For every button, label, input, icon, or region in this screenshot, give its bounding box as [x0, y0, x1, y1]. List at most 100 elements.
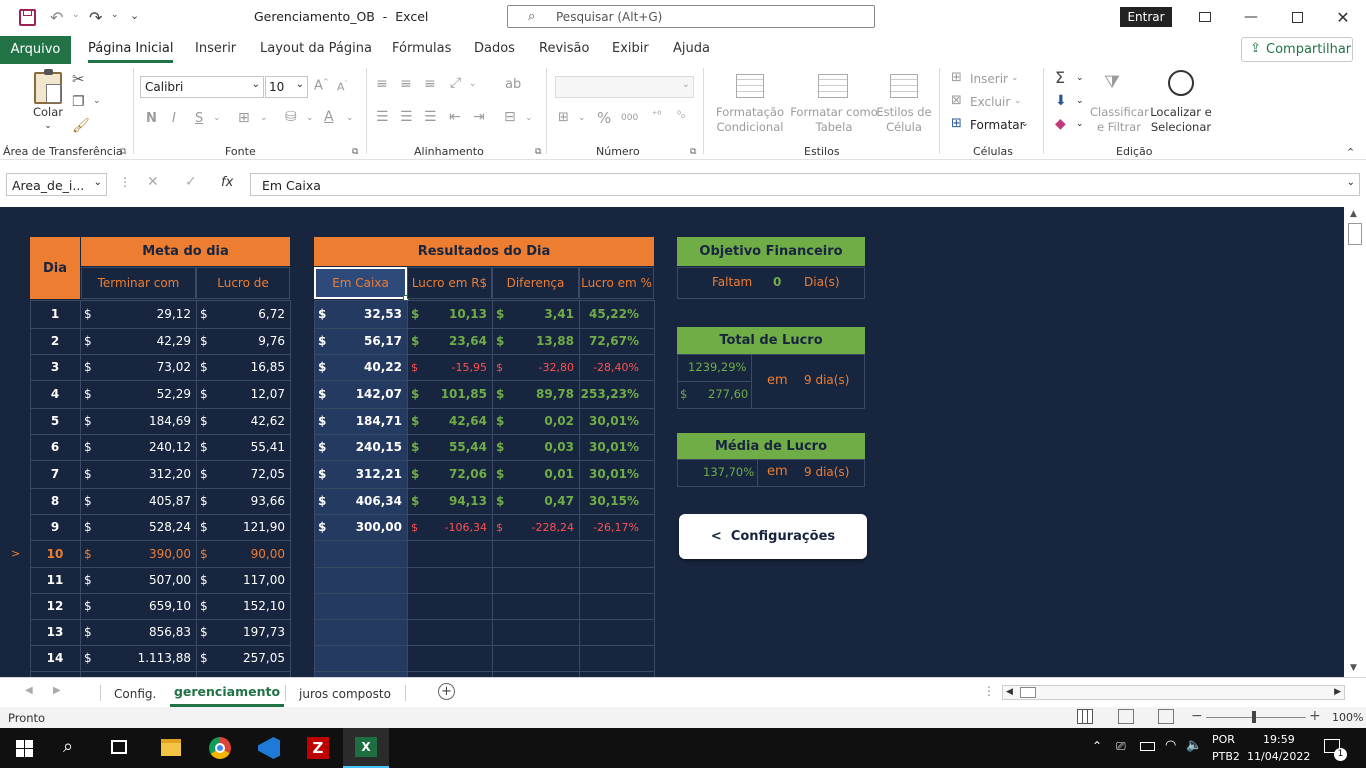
format-table-label[interactable]: Formatar como Tabela	[790, 105, 878, 135]
zoom-level[interactable]: 100%	[1332, 711, 1363, 724]
objetivo-title[interactable]: Objetivo Financeiro	[677, 237, 865, 266]
underline-icon[interactable]: S	[195, 111, 203, 126]
scroll-left-icon[interactable]: ◀	[1006, 687, 1013, 697]
lucro-de-cell[interactable]: 42,62	[212, 408, 285, 434]
diferenca-cell[interactable]: 13,88	[508, 328, 574, 354]
lucro-de-cell[interactable]: 257,05	[212, 645, 285, 671]
terminar-cell[interactable]: 1.113,88	[96, 645, 191, 671]
terminar-cell[interactable]: 659,10	[96, 593, 191, 619]
clipboard-launcher-icon[interactable]: ⧉	[120, 147, 126, 157]
lucro-pct-header[interactable]: Lucro em %	[579, 267, 654, 299]
tab-formulas[interactable]: Fórmulas	[392, 41, 451, 56]
diferenca-cell[interactable]: 3,41	[508, 300, 574, 328]
terminar-cell[interactable]: 312,20	[96, 460, 191, 488]
em-caixa-cell[interactable]: 406,34	[330, 488, 402, 514]
dia-cell[interactable]: 3	[30, 354, 80, 380]
font-launcher-icon[interactable]: ⧉	[352, 147, 358, 157]
terminar-cell[interactable]: 405,87	[96, 488, 191, 514]
sheet-tab-juros[interactable]: juros composto	[299, 687, 391, 701]
sheet-tab-config[interactable]: Config.	[114, 687, 156, 701]
dia-cell[interactable]: 9	[30, 514, 80, 540]
borders-dropdown-icon[interactable]: ⌄	[260, 113, 268, 123]
lucro-pct-cell[interactable]: 253,23%	[581, 380, 639, 408]
customize-qat-icon[interactable]: ⌄	[130, 9, 139, 22]
format-table-icon[interactable]	[818, 74, 848, 98]
lucro-de-cell[interactable]: 16,85	[212, 354, 285, 380]
em-caixa-cell[interactable]: 300,00	[330, 514, 402, 540]
dia-cell[interactable]: 8	[30, 488, 80, 514]
dia-cell[interactable]: 13	[30, 619, 80, 645]
lucro-de-cell[interactable]: 197,73	[212, 619, 285, 645]
lucro-de-cell[interactable]: 93,66	[212, 488, 285, 514]
sort-filter-icon[interactable]: ⧩	[1104, 72, 1120, 93]
diferenca-cell[interactable]: 0,47	[508, 488, 574, 514]
accounting-format-icon[interactable]: ⊞	[558, 110, 569, 125]
next-sheet-icon[interactable]: ▶	[53, 685, 61, 696]
font-size-select[interactable]: 10 ⌄	[265, 76, 308, 98]
merge-dropdown-icon[interactable]: ⌄	[525, 113, 533, 123]
show-hidden-icons[interactable]: ⌃	[1092, 739, 1102, 753]
scroll-right-icon[interactable]: ▶	[1334, 687, 1341, 697]
bold-icon[interactable]: N	[146, 111, 157, 126]
lucro-de-cell[interactable]: 6,72	[212, 300, 285, 328]
dia-cell[interactable]: 1	[30, 300, 80, 328]
align-left-icon[interactable]: ☰	[376, 109, 389, 125]
terminar-cell[interactable]: 240,12	[96, 434, 191, 460]
em-caixa-header[interactable]: Em Caixa	[314, 267, 407, 299]
scroll-up-icon[interactable]: ▲	[1350, 209, 1357, 219]
zoom-in-icon[interactable]: +	[1309, 708, 1321, 724]
file-explorer-icon[interactable]	[161, 739, 181, 756]
normal-view-icon[interactable]	[1077, 709, 1093, 724]
cell-styles-label[interactable]: Estilos de Célula	[876, 105, 932, 135]
decrease-decimal-icon[interactable]: ⁰₀	[677, 110, 685, 121]
number-format-select[interactable]: ⌄	[555, 76, 694, 98]
em-caixa-cell[interactable]: 184,71	[330, 408, 402, 434]
diferenca-header[interactable]: Diferença	[492, 267, 579, 299]
orientation-icon[interactable]: ⤢	[450, 75, 461, 91]
align-top-icon[interactable]: ≡	[376, 76, 388, 92]
conditional-format-icon[interactable]	[736, 74, 764, 98]
accounting-dropdown-icon[interactable]: ⌄	[578, 113, 586, 123]
format-painter-icon[interactable]: 🖌	[72, 118, 90, 134]
signin-button[interactable]: Entrar	[1120, 7, 1172, 27]
zoom-thumb[interactable]	[1252, 711, 1256, 723]
align-bottom-icon[interactable]: ≡	[424, 76, 436, 92]
prev-sheet-icon[interactable]: ◀	[25, 685, 33, 696]
clear-dropdown-icon[interactable]: ⌄	[1076, 119, 1084, 129]
tab-exibir[interactable]: Exibir	[612, 41, 649, 56]
task-view-icon[interactable]	[111, 740, 127, 754]
redo-icon[interactable]: ↷	[89, 8, 102, 27]
lucro-rs-cell[interactable]: 23,64	[423, 328, 487, 354]
name-box[interactable]: Area_de_i... ⌄	[6, 173, 107, 196]
decrease-indent-icon[interactable]: ⇤	[449, 109, 461, 125]
terminar-cell[interactable]: 390,00	[96, 540, 191, 567]
hscroll-thumb[interactable]	[1020, 687, 1036, 698]
lucro-de-cell[interactable]: 117,00	[212, 567, 285, 593]
sheet-tab-gerenciamento[interactable]: gerenciamento	[170, 678, 284, 707]
formula-input[interactable]: Em Caixa ⌄	[250, 173, 1360, 196]
battery-icon[interactable]	[1140, 742, 1155, 751]
windows-start-icon[interactable]	[16, 740, 33, 757]
meet-icon[interactable]: ⎚	[1116, 739, 1126, 754]
zoom-out-icon[interactable]: −	[1191, 708, 1203, 724]
add-sheet-icon[interactable]: +	[438, 683, 455, 700]
format-dropdown-icon[interactable]: ⌄	[1021, 119, 1029, 129]
cell-styles-icon[interactable]	[890, 74, 918, 98]
volume-icon[interactable]: 🔈	[1186, 738, 1202, 753]
lucro-pct-cell[interactable]: -28,40%	[583, 354, 639, 380]
lucro-rs-cell[interactable]: 10,13	[423, 300, 487, 328]
lucro-pct-cell[interactable]: -26,17%	[583, 514, 639, 540]
tab-pagina-inicial[interactable]: Página Inicial	[88, 41, 174, 63]
maximize-icon[interactable]	[1274, 0, 1320, 34]
filezilla-icon[interactable]: Z	[307, 737, 329, 759]
minimize-icon[interactable]: —	[1228, 0, 1274, 34]
align-right-icon[interactable]: ☰	[424, 109, 437, 125]
em-caixa-cell[interactable]: 56,17	[330, 328, 402, 354]
fill-color-dropdown-icon[interactable]: ⌄	[306, 113, 314, 123]
italic-icon[interactable]: I	[172, 111, 176, 126]
cut-icon[interactable]: ✂	[72, 70, 85, 88]
lucro-pct-cell[interactable]: 30,01%	[583, 408, 639, 434]
dia-cell[interactable]: 10	[30, 540, 80, 567]
diferenca-cell[interactable]: 0,03	[508, 434, 574, 460]
lucro-rs-cell[interactable]: -106,34	[423, 514, 487, 540]
